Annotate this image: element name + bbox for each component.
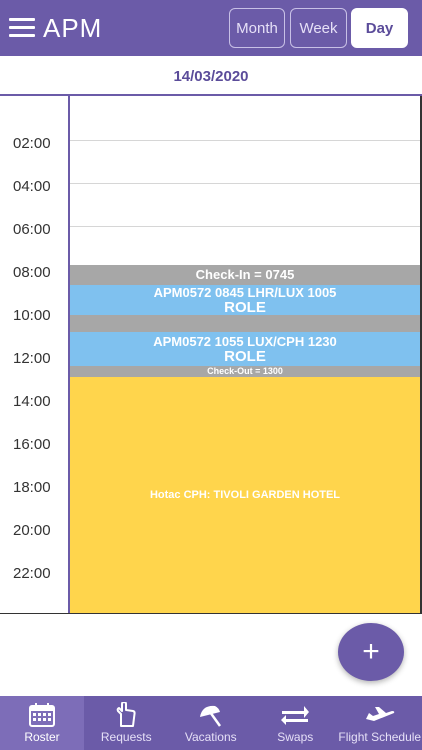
day-view-button[interactable]: Day — [351, 8, 408, 48]
flight-event[interactable]: APM0572 1055 LUX/CPH 1230 ROLE — [70, 332, 420, 366]
hotel-event[interactable]: Hotac CPH: TIVOLI GARDEN HOTEL — [70, 377, 420, 613]
calendar-icon — [27, 702, 57, 728]
tab-vacations[interactable]: Vacations — [169, 696, 254, 750]
grid-line — [70, 140, 420, 141]
app-title: APM — [43, 13, 103, 43]
tab-roster[interactable]: Roster — [0, 696, 84, 750]
add-button[interactable]: + — [338, 623, 404, 681]
flight-role: ROLE — [224, 348, 266, 365]
hour-label: 04:00 — [13, 178, 51, 195]
hour-label: 10:00 — [13, 307, 51, 324]
tab-label: Roster — [24, 730, 60, 744]
hour-label: 14:00 — [13, 393, 51, 410]
tab-label: Requests — [100, 730, 152, 744]
tab-label: Vacations — [184, 730, 237, 744]
tab-swaps[interactable]: Swaps — [253, 696, 338, 750]
date-header: 14/03/2020 — [0, 56, 422, 96]
bottom-tab-bar: Roster Requests Vacations Swaps Flight S… — [0, 696, 422, 750]
check-in-event[interactable]: Check-In = 0745 — [70, 265, 420, 285]
tab-label: Swaps — [277, 730, 314, 744]
hotel-label: Hotac CPH: TIVOLI GARDEN HOTEL — [149, 489, 341, 501]
tab-label: Flight Schedule — [338, 730, 422, 744]
hour-label: 20:00 — [13, 522, 51, 539]
umbrella-icon — [196, 702, 226, 728]
current-date: 14/03/2020 — [173, 67, 249, 85]
flight-role: ROLE — [224, 299, 266, 316]
hour-label: 22:00 — [13, 565, 51, 582]
tab-requests[interactable]: Requests — [84, 696, 169, 750]
flight-label: APM0572 1055 LUX/CPH 1230 — [153, 334, 337, 349]
airplane-icon — [365, 702, 395, 728]
check-out-label: Check-Out = 1300 — [207, 366, 283, 376]
hour-label: 08:00 — [13, 264, 51, 281]
flight-event[interactable]: APM0572 0845 LHR/LUX 1005 ROLE — [70, 285, 420, 316]
tab-flight-schedule[interactable]: Flight Schedule — [338, 696, 422, 750]
check-out-event[interactable]: Check-Out = 1300 — [70, 366, 420, 377]
hour-label: 16:00 — [13, 436, 51, 453]
grid-line — [70, 183, 420, 184]
plus-icon: + — [362, 635, 380, 668]
flight-label: APM0572 0845 LHR/LUX 1005 — [153, 285, 337, 300]
hand-icon — [111, 702, 141, 728]
hour-label: 18:00 — [13, 479, 51, 496]
top-app-bar: APM Month Week Day — [0, 0, 422, 56]
swap-arrows-icon — [280, 702, 310, 728]
time-column: 02:00 04:00 06:00 08:00 10:00 12:00 14:0… — [0, 96, 68, 613]
week-view-button[interactable]: Week — [290, 8, 347, 48]
hour-label: 12:00 — [13, 350, 51, 367]
hour-label: 06:00 — [13, 221, 51, 238]
check-in-label: Check-In = 0745 — [195, 267, 295, 282]
grid-line — [70, 226, 420, 227]
hour-label: 02:00 — [13, 135, 51, 152]
menu-icon[interactable] — [9, 18, 35, 38]
ground-time-block — [70, 315, 420, 332]
month-view-button[interactable]: Month — [229, 8, 285, 48]
